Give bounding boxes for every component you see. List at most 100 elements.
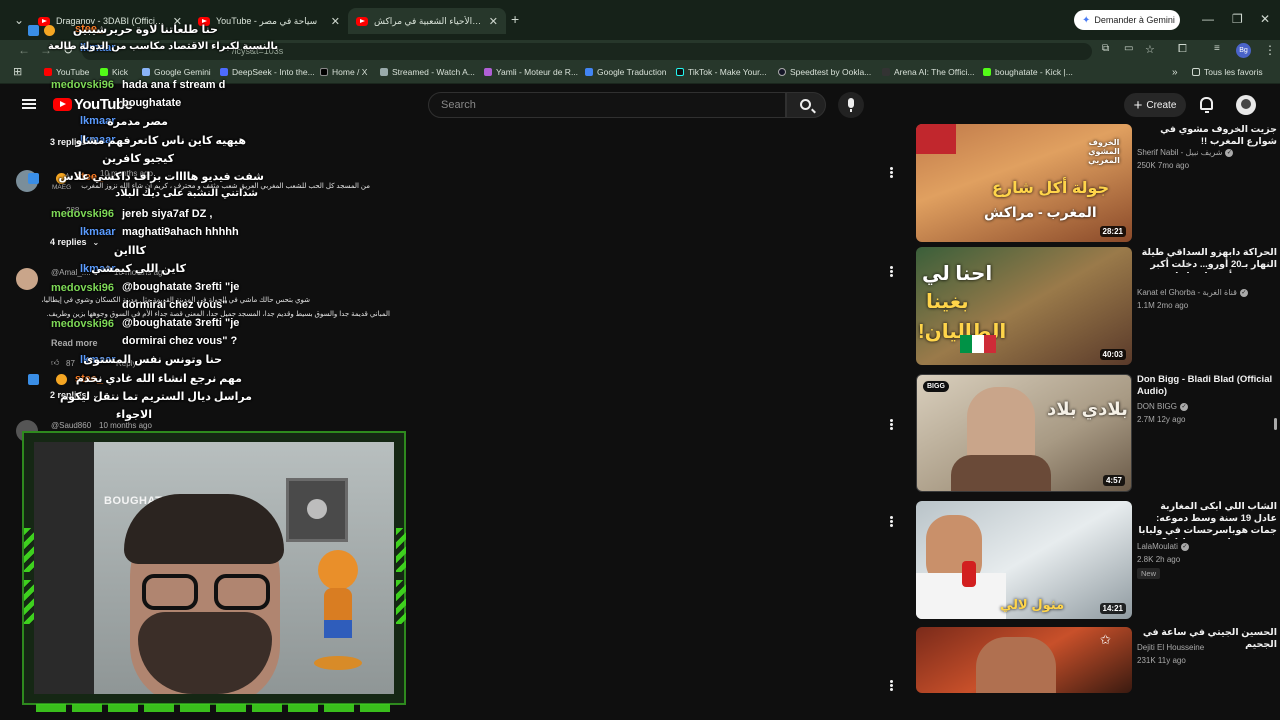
video-title[interactable]: جزيت الخروف مشوي في شوارع المغرب !! <box>1137 124 1277 148</box>
bookmark-arena[interactable]: Arena AI: The Offici... <box>882 67 974 77</box>
view-count: 231K <box>1137 656 1156 665</box>
profile-avatar[interactable]: Bg <box>1236 43 1251 58</box>
view-count: 1.1M <box>1137 301 1155 310</box>
close-tab-icon[interactable]: ✕ <box>489 15 498 28</box>
more-bookmarks-button[interactable]: » <box>1172 67 1178 78</box>
channel-name[interactable]: LalaMoulati ✓ <box>1137 542 1189 551</box>
artist-shirt <box>951 455 1051 491</box>
folder-icon <box>1192 68 1200 76</box>
bookmark-tiktok[interactable]: TikTok - Make Your... <box>676 67 767 77</box>
video-stats: 250K 7mo ago <box>1137 161 1189 170</box>
plus-icon: + <box>1133 96 1143 114</box>
menu-kebab-icon[interactable]: ⋮ <box>1264 43 1276 57</box>
voice-search-mic-icon[interactable] <box>838 92 864 118</box>
person-shirt <box>916 573 1006 619</box>
webcam-glow-bar <box>36 704 394 712</box>
account-avatar-icon[interactable] <box>1236 95 1256 115</box>
chat-message: شفت فيديو هاااات بزاف داكشي علاش <box>58 171 264 183</box>
thumbnail-text: المغرب - مراكش <box>984 204 1097 220</box>
page-scrollbar[interactable] <box>1274 418 1277 430</box>
video-title[interactable]: الشاب اللي أبكى المغاربة عادل 19 سنة وسط… <box>1137 501 1277 539</box>
video-title[interactable]: Don Bigg - Bladi Blad (Official Audio) <box>1137 374 1277 398</box>
chat-message: كاااين <box>113 245 146 257</box>
frame-chevron-decoration <box>396 528 406 572</box>
chat-username[interactable]: medovski96 <box>51 208 114 220</box>
chat-message: شداتني النشبة على ديك البلاد <box>115 188 258 199</box>
chat-username[interactable]: lkmaar <box>80 226 115 238</box>
frame-chevron-decoration <box>396 580 406 624</box>
translate-icon[interactable]: ⧉ <box>1102 43 1109 54</box>
bookmark-speedtest[interactable]: Speedtest by Ookla... <box>778 67 871 77</box>
upload-age: 12y ago <box>1157 415 1186 424</box>
thumbnail-text: جولة أكل شارع <box>992 180 1110 197</box>
chat-username[interactable]: medovski96 <box>51 282 114 294</box>
bookmark-yamli[interactable]: Yamli - Moteur de R... <box>484 67 578 77</box>
video-stats: 1.1M 2mo ago <box>1137 301 1188 310</box>
frame-chevron-decoration <box>24 580 34 624</box>
bookmark-boughatate[interactable]: boughatate - Kick |... <box>983 67 1073 77</box>
channel-name[interactable]: DON BIGG ✓ <box>1137 402 1189 411</box>
view-count: 250K <box>1137 161 1156 170</box>
extensions-icon[interactable]: ⧠ <box>1178 43 1187 56</box>
chat-message: حنا وتونس نفس المستوى <box>83 354 222 366</box>
bookmark-label: Arena AI: The Offici... <box>894 67 975 77</box>
chat-badge-icon <box>28 25 39 36</box>
chat-message: jereb siya7af DZ , <box>122 208 213 220</box>
more-actions-icon[interactable] <box>890 680 894 692</box>
new-tab-button[interactable]: + <box>511 11 519 27</box>
create-button[interactable]: + Create <box>1124 93 1186 117</box>
speedtest-bookmark-icon <box>778 68 786 76</box>
bookmark-label: Google Traduction <box>597 67 667 77</box>
chat-message: بالنسبة لكبراء الاقتصاد مكاسب من الدولة … <box>48 41 278 52</box>
search-button[interactable] <box>786 92 826 118</box>
search-icon <box>800 99 811 110</box>
video-title[interactable]: الحراكة دابهزو السداقي طيلة النهار بـ20 … <box>1137 247 1277 273</box>
video-thumbnail[interactable]: احنا لي بغينا الطاليان! 40:03 <box>916 247 1132 365</box>
channel-name[interactable]: Sherif Nabil - شريف نبيل ✓ <box>1137 148 1234 157</box>
video-thumbnail[interactable]: BIGG بلادي بلاد 4:57 <box>916 374 1132 492</box>
more-actions-icon[interactable] <box>890 266 894 278</box>
all-bookmarks-button[interactable]: Tous les favoris <box>1192 67 1263 77</box>
more-actions-icon[interactable] <box>890 516 894 528</box>
close-window-icon[interactable]: ✕ <box>1260 12 1270 26</box>
kick-bookmark-icon <box>983 68 991 76</box>
chat-message: maghati9ahach hhhhh <box>122 226 239 238</box>
channel-name[interactable]: Kanat el Ghorba - قناة الغربة ✓ <box>1137 288 1248 297</box>
video-stats: 231K 11y ago <box>1137 656 1186 665</box>
minimize-icon[interactable]: — <box>1202 12 1214 26</box>
channel-name[interactable]: Dejiti El Housseine <box>1137 643 1204 652</box>
screen: ⌄ Draganov - 3DABI (Official Mu... ✕ You… <box>0 0 1280 720</box>
chat-message: الاجواء <box>115 409 152 421</box>
streamer-glasses <box>142 574 272 612</box>
thumbnail-text: مثول لالي <box>1000 597 1065 612</box>
search-input[interactable]: Search <box>428 92 786 118</box>
notifications-bell-icon[interactable] <box>1200 97 1213 113</box>
stream-chat-overlay: stee_ حنا طلعاتنا لاوة حريرشيبين lkmaar … <box>0 22 420 432</box>
verified-icon: ✓ <box>1239 288 1248 297</box>
reading-list-icon[interactable]: ≡ <box>1214 43 1220 54</box>
doorframe <box>34 442 94 694</box>
yamli-bookmark-icon <box>484 68 492 76</box>
more-actions-icon[interactable] <box>890 167 894 179</box>
bookmark-star-icon[interactable]: ☆ <box>1145 43 1155 56</box>
video-thumbnail[interactable]: الخروف المشوي المغربي جولة أكل شارع المغ… <box>916 124 1132 242</box>
chat-message: @boughatate 3refti "je <box>122 281 240 293</box>
chat-message: @boughatate 3refti "je <box>122 317 240 329</box>
cast-icon[interactable]: ▭ <box>1124 43 1133 54</box>
chat-message: كاين اللي كيمشي <box>91 263 186 275</box>
gemini-button-label: Demander à Gemini <box>1094 15 1175 25</box>
bookmark-translate[interactable]: Google Traduction <box>585 67 666 77</box>
star-pin-icon: ✩ <box>1100 632 1111 647</box>
view-count: 2.7M <box>1137 415 1155 424</box>
thumbnail-text: BIGG <box>923 381 949 392</box>
maximize-icon[interactable]: ❐ <box>1232 12 1243 26</box>
chat-username[interactable]: medovski96 <box>51 79 114 91</box>
gemini-button[interactable]: ✦ Demander à Gemini <box>1074 10 1180 30</box>
webcam-video: BOUGHATATE <box>34 442 394 694</box>
verified-icon: ✓ <box>1225 148 1234 157</box>
more-actions-icon[interactable] <box>890 419 894 431</box>
video-thumbnail[interactable]: مثول لالي 14:21 <box>916 501 1132 619</box>
video-stats: 2.7M 12y ago <box>1137 415 1186 424</box>
chat-username[interactable]: medovski96 <box>51 318 114 330</box>
streamer-hair <box>124 494 284 564</box>
